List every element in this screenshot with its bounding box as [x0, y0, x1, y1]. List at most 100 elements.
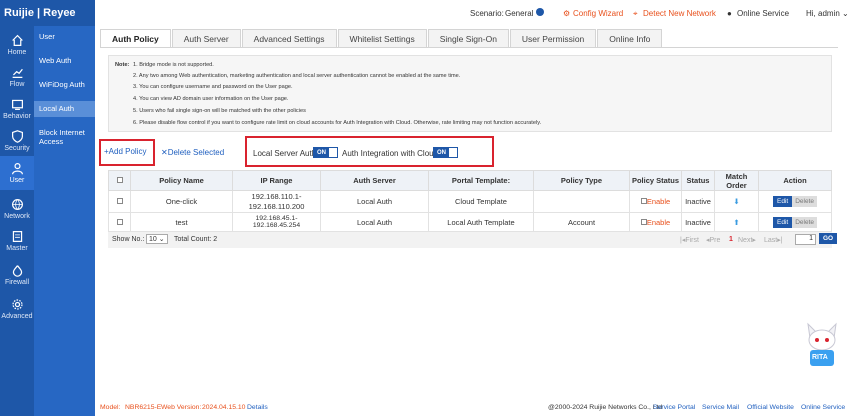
edit-button[interactable]: Edit: [773, 216, 793, 228]
toggle-state: ON: [314, 148, 329, 157]
tab-online-info[interactable]: Online Info: [597, 29, 663, 47]
online-service-footer-link[interactable]: Online Service: [801, 404, 845, 411]
delete-button[interactable]: Delete: [792, 196, 817, 207]
home-icon: [11, 34, 23, 46]
row-checkbox[interactable]: [116, 198, 123, 204]
nav-item-behavior[interactable]: Behavior: [0, 92, 34, 126]
subnav-item-block-internet[interactable]: Block Internet Access: [34, 128, 95, 146]
ip-range: 192.168.45.1-192.168.45.254: [232, 212, 321, 232]
auth-server: Local Auth: [320, 190, 429, 213]
admin-menu[interactable]: Hi, admin ⌄: [806, 9, 849, 18]
row-select-cell: [108, 190, 131, 213]
delete-button[interactable]: Delete: [792, 216, 817, 228]
column-header: IP Range: [232, 170, 321, 191]
nav-item-network[interactable]: Network: [0, 192, 34, 226]
subnav-item-local-auth[interactable]: Local Auth: [34, 101, 95, 117]
detect-network-link[interactable]: Detect New Network: [643, 9, 716, 18]
enable-label: Enable: [646, 217, 671, 227]
auth-server: Local Auth: [320, 212, 429, 232]
action-cell: Edit Delete: [758, 212, 832, 232]
web-version-label: Web Version:: [161, 404, 202, 411]
tab-advanced-settings[interactable]: Advanced Settings: [241, 29, 337, 47]
status: Inactive: [681, 212, 715, 232]
tab-whitelist-settings[interactable]: Whitelist Settings: [337, 29, 427, 47]
select-all-checkbox[interactable]: [116, 177, 123, 183]
nav-item-firewall[interactable]: Firewall: [0, 258, 34, 292]
nav-item-user[interactable]: User: [0, 156, 34, 190]
behavior-icon: [11, 99, 23, 110]
user-icon: [11, 163, 23, 175]
note-line: 5. Users who fail single sign-on will be…: [133, 108, 306, 114]
footer: Model: NBR6215-E Web Version: 2024.04.15…: [95, 401, 863, 416]
nav-item-advanced[interactable]: Advanced: [0, 292, 34, 326]
tab-user-permission[interactable]: User Permission: [509, 29, 597, 47]
details-link[interactable]: Details: [247, 404, 268, 411]
rita-assistant[interactable]: RITA: [800, 318, 844, 368]
service-mail-link[interactable]: Service Mail: [702, 404, 739, 411]
policy-status-cell: Enable: [629, 190, 682, 213]
tab-single-sign-on[interactable]: Single Sign-On: [427, 29, 509, 47]
nav-item-label: Master: [6, 245, 28, 252]
note-line: 6. Please disable flow control if you wa…: [133, 120, 542, 126]
online-service-icon: ●: [727, 9, 732, 18]
table-row: One-click 192.168.110.1-192.168.110.200 …: [108, 190, 832, 213]
prev-page-button[interactable]: ◂Pre: [706, 236, 720, 244]
edit-button[interactable]: Edit: [773, 196, 793, 207]
online-service-link[interactable]: Online Service: [737, 9, 789, 18]
notes-panel: Note: 1. Bridge mode is not supported. 2…: [108, 55, 832, 132]
go-button[interactable]: GO: [819, 233, 838, 244]
notes-heading: Note:: [115, 62, 130, 68]
arrow-up-icon[interactable]: ⬆: [733, 218, 739, 227]
next-page-button[interactable]: Next▸: [738, 236, 756, 244]
policy-table: Policy Name IP Range Auth Server Portal …: [108, 170, 832, 232]
add-policy-button[interactable]: +Add Policy: [104, 147, 146, 156]
page-input[interactable]: 1: [795, 234, 816, 245]
help-icon[interactable]: [536, 8, 544, 16]
scenario-value[interactable]: General: [505, 9, 533, 18]
portal-template: Cloud Template: [428, 190, 534, 213]
tab-divider: [100, 47, 838, 48]
assistant-label: RITA: [812, 354, 828, 361]
tab-auth-server[interactable]: Auth Server: [171, 29, 241, 47]
nav-item-master[interactable]: Master: [0, 224, 34, 258]
subnav-item-user[interactable]: User: [34, 32, 95, 41]
column-header: Portal Template:: [428, 170, 534, 191]
nav-item-label: Home: [7, 49, 27, 56]
row-select-cell: [108, 212, 131, 232]
delete-selected-button[interactable]: ✕Delete Selected: [161, 148, 224, 157]
sub-nav: User Web Auth WiFiDog Auth Local Auth Bl…: [34, 26, 95, 416]
arrow-down-icon[interactable]: ⬇: [733, 197, 739, 206]
model-label: Model:: [100, 404, 121, 411]
first-page-button[interactable]: |◂First: [680, 236, 699, 244]
column-header: Policy Type: [533, 170, 630, 191]
tab-auth-policy[interactable]: Auth Policy: [100, 29, 171, 47]
service-portal-link[interactable]: Service Portal: [653, 404, 695, 411]
official-website-link[interactable]: Official Website: [747, 404, 794, 411]
row-checkbox[interactable]: [116, 218, 123, 225]
first-label: First: [685, 237, 699, 244]
local-server-auth-toggle[interactable]: ON: [313, 147, 338, 158]
action-cell: Edit Delete: [758, 190, 832, 213]
last-page-button[interactable]: Last▸|: [764, 236, 783, 244]
nav-item-label: Network: [4, 213, 30, 220]
gear-icon: [11, 299, 23, 310]
greeting: Hi, admin: [806, 9, 840, 18]
policy-name: test: [130, 212, 233, 232]
subnav-item-wifidog-auth[interactable]: WiFiDog Auth: [34, 80, 95, 89]
brand-logo: Ruijie | Reyee: [0, 0, 95, 26]
subnav-item-web-auth[interactable]: Web Auth: [34, 56, 95, 65]
portal-template: Local Auth Template: [428, 212, 534, 232]
nav-item-label: Advanced: [1, 313, 33, 320]
close-icon: ✕: [161, 148, 168, 157]
nav-item-security[interactable]: Security: [0, 124, 34, 158]
config-wizard-link[interactable]: Config Wizard: [573, 9, 623, 18]
cloud-auth-toggle[interactable]: ON: [433, 147, 458, 158]
nav-item-flow[interactable]: Flow: [0, 60, 34, 94]
nav-item-home[interactable]: Home: [0, 28, 34, 62]
column-header: Auth Server: [320, 170, 429, 191]
show-no-label: Show No.:: [112, 236, 145, 243]
match-order-cell: ⬇: [714, 190, 759, 213]
status: Inactive: [681, 190, 715, 213]
page-size-select[interactable]: 10 ⌄: [146, 234, 168, 244]
enable-label: Enable: [646, 197, 671, 206]
